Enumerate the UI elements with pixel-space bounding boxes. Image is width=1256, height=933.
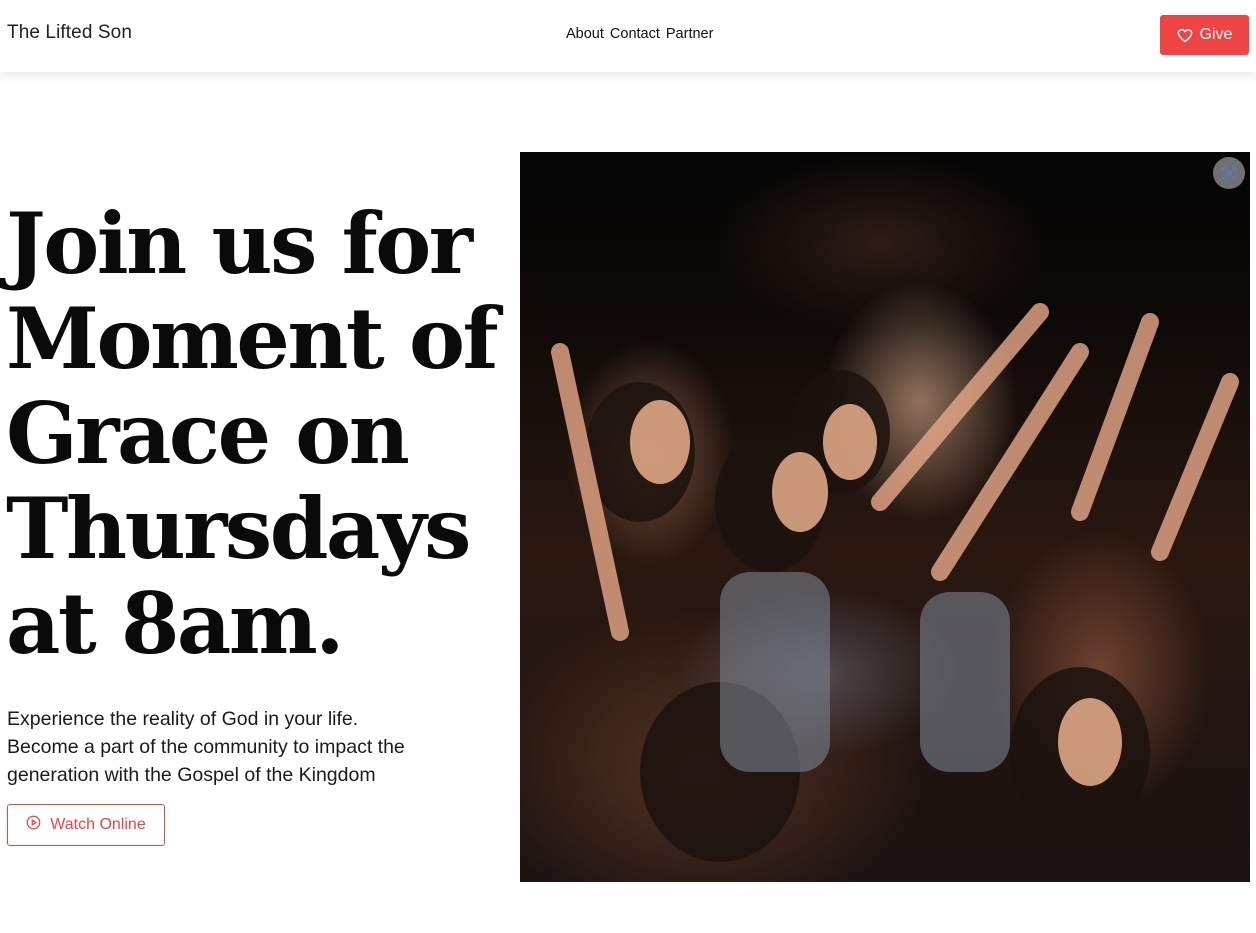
hero-headline: Join us for Moment of Grace on Thursdays… — [6, 196, 516, 671]
nav-link-about[interactable]: About — [566, 26, 604, 42]
headline-line: Thursdays — [6, 479, 471, 578]
watch-online-label: Watch Online — [50, 816, 146, 833]
heart-icon — [1177, 28, 1193, 43]
give-label: Give — [1199, 26, 1233, 43]
lens-search-icon[interactable] — [1213, 157, 1245, 189]
watch-online-button[interactable]: Watch Online — [7, 804, 165, 846]
hero-subtitle: Experience the reality of God in your li… — [7, 705, 477, 789]
subtitle-line: Become a part of the community to impact… — [7, 736, 405, 758]
subtitle-line: Experience the reality of God in your li… — [7, 708, 359, 730]
headline-line: Moment of — [6, 289, 499, 388]
headline-line: at 8am. — [6, 574, 344, 673]
site-brand[interactable]: The Lifted Son — [7, 22, 132, 44]
top-navbar: The Lifted Son About Contact Partner Giv… — [0, 0, 1256, 72]
give-button[interactable]: Give — [1160, 15, 1249, 55]
nav-link-contact[interactable]: Contact — [610, 26, 660, 42]
hero-worship-photo — [520, 152, 1250, 882]
headline-line: Grace on — [6, 384, 410, 483]
main-nav: About Contact Partner — [566, 26, 713, 42]
crowd-silhouettes — [551, 303, 1239, 862]
headline-line: Join us for — [6, 194, 473, 293]
nav-link-partner[interactable]: Partner — [666, 26, 714, 42]
subtitle-line: generation with the Gospel of the Kingdo… — [7, 764, 376, 786]
play-circle-icon — [26, 815, 41, 835]
